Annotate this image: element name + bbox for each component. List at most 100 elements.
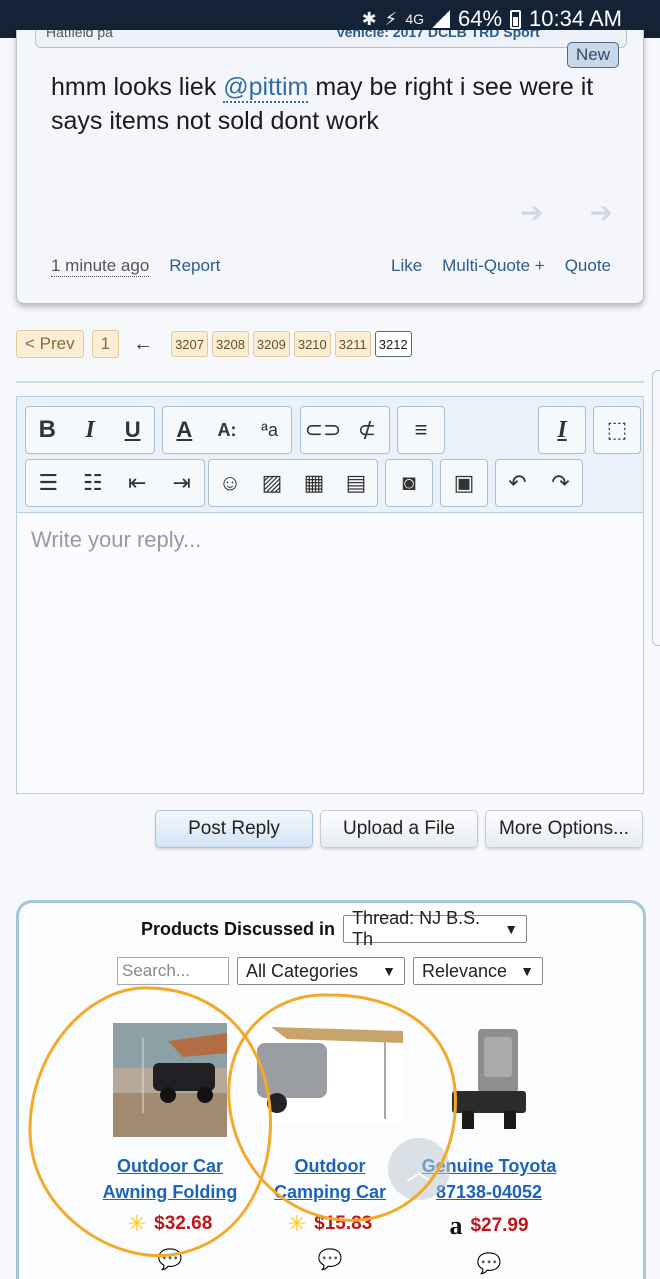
products-heading: Products Discussed in [141, 918, 336, 939]
new-badge: New [566, 42, 619, 68]
media-icon[interactable]: ▦ [294, 463, 334, 503]
more-options-button[interactable]: More Options... [485, 810, 643, 848]
category-select[interactable]: All Categories ▼ [237, 957, 405, 985]
multi-quote-link[interactable]: Multi-Quote + [442, 256, 545, 277]
product-name-line: Awning Folding [102, 1182, 238, 1202]
walmart-icon: ✳ [127, 1211, 147, 1236]
page-link[interactable]: 3208 [212, 331, 249, 357]
caret-down-icon: ▼ [382, 963, 396, 979]
save-group: ▣ [440, 459, 488, 507]
price-value: $32.68 [154, 1213, 213, 1234]
current-page: 3212 [374, 331, 412, 357]
user-mention-link[interactable]: @pittim [223, 73, 309, 103]
thread-select-value: Thread: NJ B.S. Th [352, 908, 481, 949]
comment-icon[interactable]: 💬 [404, 1251, 574, 1276]
post-nav: ➔ ➔ [520, 196, 613, 229]
italic-icon[interactable]: I [70, 410, 110, 450]
clock: 10:34 AM [529, 6, 622, 31]
signal-icon [432, 10, 450, 28]
caret-down-icon: ▼ [520, 963, 534, 979]
price-value: $15.83 [314, 1213, 373, 1234]
user-location: Hatfield pa [46, 30, 113, 40]
insert-group: ☺ ▨ ▦ ▤ [208, 459, 378, 507]
product-card[interactable]: Outdoor Car Awning Folding ✳ $32.68 💬 [85, 1023, 255, 1272]
camera-group: ◙ [385, 459, 433, 507]
undo-icon[interactable]: ↶ [498, 463, 538, 503]
font-color-icon[interactable]: A [164, 410, 204, 450]
link-icon[interactable]: ⊂⊃ [303, 410, 343, 450]
page-link[interactable]: 3211 [334, 331, 371, 357]
sort-select-value: Relevance [422, 960, 508, 981]
product-name-line: Outdoor Car [117, 1156, 223, 1176]
bullet-list-icon[interactable]: ☰ [28, 463, 68, 503]
product-name-link[interactable]: Outdoor Car Awning Folding [85, 1153, 255, 1205]
page-link[interactable]: 3207 [171, 331, 208, 357]
save-icon[interactable]: ▣ [444, 463, 484, 503]
camera-icon[interactable]: ◙ [389, 463, 429, 503]
product-image[interactable] [257, 1023, 403, 1137]
font-group: A A: ªa [162, 406, 292, 454]
quote-link[interactable]: Quote [565, 256, 611, 277]
post-time-link[interactable]: 1 minute ago [51, 256, 150, 277]
page-link[interactable]: 3209 [252, 331, 290, 357]
products-title: Products Discussed in Thread: NJ B.S. Th… [141, 908, 528, 949]
post-card: Hatfield pa Vehicle: 2017 DCLB TRD Sport… [16, 30, 644, 304]
product-card[interactable]: Outdoor Camping Car ✳ $15.83 💬 [245, 1023, 415, 1272]
redo-icon[interactable]: ↷ [541, 463, 581, 503]
upload-file-button[interactable]: Upload a File [320, 810, 478, 848]
comment-icon[interactable]: 💬 [245, 1247, 415, 1272]
product-price: ✳ $15.83 [245, 1211, 415, 1237]
smilies-icon[interactable]: ☺ [210, 463, 250, 503]
product-name-line: Camping Car [273, 1182, 387, 1202]
numbered-list-icon[interactable]: ☷ [73, 463, 113, 503]
thread-select[interactable]: Thread: NJ B.S. Th ▼ [343, 908, 528, 949]
walmart-icon: ✳ [287, 1211, 307, 1236]
scroll-handle[interactable] [652, 370, 660, 646]
quote-icon[interactable]: ▤ [336, 463, 376, 503]
font-family-icon[interactable]: ªa [250, 410, 290, 450]
post-footer: 1 minute ago Report Like Multi-Quote + Q… [51, 256, 611, 277]
message-text-1: hmm looks liek [51, 73, 224, 101]
product-image[interactable] [432, 1023, 546, 1137]
category-select-value: All Categories [246, 960, 359, 981]
bold-icon[interactable]: B [27, 410, 67, 450]
unlink-icon[interactable]: ⊄ [347, 410, 387, 450]
underline-icon[interactable]: U [113, 410, 153, 450]
indent-icon[interactable]: ⇥ [162, 463, 202, 503]
wifi-call-icon: ⚡ [384, 8, 398, 29]
post-message: hmm looks liek @pittim may be right i se… [51, 70, 611, 138]
outdent-icon[interactable]: ⇤ [117, 463, 157, 503]
clear-group: I [538, 406, 586, 454]
like-link[interactable]: Like [391, 256, 422, 277]
product-price: ✳ $32.68 [85, 1211, 255, 1237]
reply-textarea-placeholder[interactable]: Write your reply... [31, 527, 201, 553]
battery-percent: 64% [458, 6, 503, 31]
user-vehicle: Vehicle: 2017 DCLB TRD Sport [336, 30, 540, 40]
post-reply-button[interactable]: Post Reply [155, 810, 313, 848]
arrow-right-icon[interactable]: ➔ [590, 196, 613, 229]
reply-editor: B I U A A: ªa ⊂⊃ ⊄ ≡ I ⬚ ☰ ☷ ⇤ ⇥ ☺ ▨ ▦ ▤… [16, 396, 644, 794]
report-link[interactable]: Report [169, 256, 220, 277]
image-icon[interactable]: ▨ [252, 463, 292, 503]
price-value: $27.99 [470, 1215, 529, 1236]
align-icon[interactable]: ≡ [401, 410, 441, 450]
prev-page-button[interactable]: < Prev [16, 330, 84, 358]
chevron-up-icon: ︿ [405, 1155, 432, 1186]
bluetooth-icon: ✱ [361, 8, 377, 29]
font-size-icon[interactable]: A: [207, 410, 247, 450]
product-image[interactable] [113, 1023, 227, 1137]
product-price: a $27.99 [404, 1211, 574, 1241]
comment-icon[interactable]: 💬 [85, 1247, 255, 1272]
remove-format-icon[interactable]: I [542, 410, 582, 450]
page-link[interactable]: 3210 [293, 331, 331, 357]
divider [16, 381, 644, 383]
page-1-link[interactable]: 1 [91, 330, 120, 358]
page-jump-arrow-icon[interactable]: ← [133, 333, 153, 356]
product-search-input[interactable]: Search... [117, 957, 229, 985]
sort-select[interactable]: Relevance ▼ [413, 957, 543, 985]
scroll-to-top-button[interactable]: ︿ [388, 1138, 450, 1200]
arrow-left-icon[interactable]: ➔ [520, 196, 543, 229]
battery-icon [510, 9, 522, 29]
toggle-bbcode-icon[interactable]: ⬚ [597, 410, 637, 450]
post-header: Hatfield pa Vehicle: 2017 DCLB TRD Sport [35, 30, 627, 48]
